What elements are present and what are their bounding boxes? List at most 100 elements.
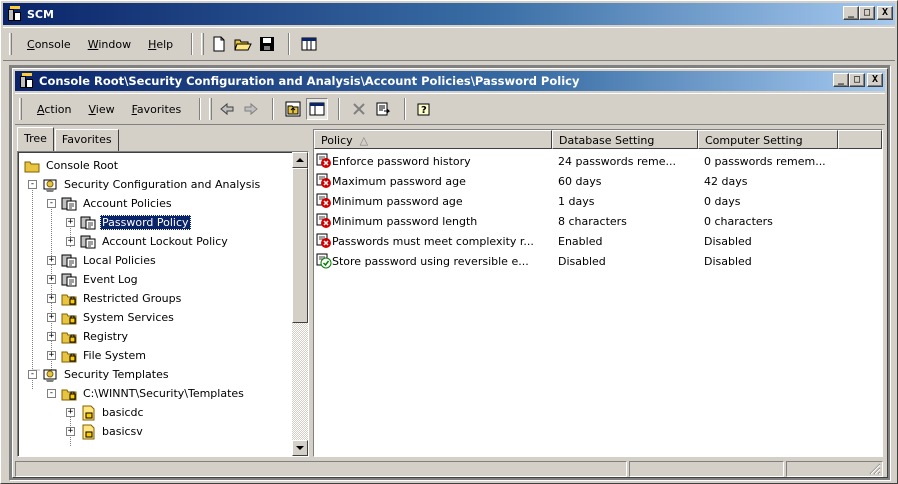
collapse-icon[interactable]: - [28,370,37,379]
tree-node[interactable]: + Event Log [47,270,140,289]
show-hide-tree-icon[interactable] [306,98,329,120]
menu-favorites[interactable]: Favorites [125,101,189,118]
expand-icon[interactable]: + [47,332,56,341]
expand-icon[interactable]: + [47,351,56,360]
delete-icon[interactable] [348,98,370,120]
child-toolbar-grip[interactable] [209,98,213,120]
tree-node-label[interactable]: Security Templates [62,367,171,382]
tree-node[interactable]: + Registry [47,327,130,346]
column-header-computer-setting[interactable]: Computer Setting [698,130,838,149]
tree-node[interactable]: + basicdc [66,403,146,422]
tree-node-label[interactable]: Event Log [81,272,140,287]
list-row[interactable]: Maximum password age 60 days 42 days [314,171,838,191]
tree-node-label[interactable]: Account Lockout Policy [100,234,230,249]
expand-icon[interactable]: + [47,294,56,303]
result-list[interactable]: Policy △ Database Setting Computer Setti… [313,129,883,457]
tree-node[interactable]: + Password Policy [66,213,191,232]
child-menu-grip[interactable] [19,98,22,120]
forward-arrow-icon[interactable] [240,98,262,120]
tree-node-label[interactable]: Registry [81,329,130,344]
child-toolbar-separator [199,98,202,120]
toolbar-grip[interactable] [201,33,205,55]
column-header-database-setting[interactable]: Database Setting [552,130,698,149]
tree-node-label[interactable]: Password Policy [100,215,191,230]
expand-icon[interactable]: + [66,237,75,246]
tree-node-label[interactable]: Account Policies [81,196,174,211]
expand-icon[interactable]: + [47,313,56,322]
list-row[interactable]: Store password using reversible e... Disa… [314,251,838,271]
tab-tree[interactable]: Tree [17,127,54,151]
menu-window[interactable]: Window [81,36,138,53]
up-folder-icon[interactable] [282,98,304,120]
list-row[interactable]: Minimum password age 1 days 0 days [314,191,838,211]
list-header: Policy △ Database Setting Computer Setti… [314,130,882,149]
policy-match-icon [316,253,332,269]
tree-node-label[interactable]: Security Configuration and Analysis [62,177,262,192]
back-arrow-icon[interactable] [216,98,238,120]
tree-node-label[interactable]: basicsv [100,424,145,439]
child-titlebar[interactable]: Console Root\Security Configuration and … [15,71,885,91]
scope-tree[interactable]: Console Root - Security Configuration and … [17,151,309,457]
tree-node-label[interactable]: File System [81,348,148,363]
menu-action[interactable]: Action [30,101,78,118]
tree-node[interactable]: Console Root [24,156,120,175]
close-button[interactable]: X [877,6,893,20]
status-pane-2 [628,461,784,477]
export-list-icon[interactable] [372,98,394,120]
scroll-down-button[interactable] [292,440,308,456]
policy-mismatch-icon [316,213,332,229]
resize-grip[interactable] [869,463,881,475]
help-icon[interactable]: ? [414,98,436,120]
mdi-client-area: Console Root\Security Configuration and … [9,65,891,481]
collapse-icon[interactable]: - [47,199,56,208]
tree-node-label[interactable]: C:\WINNT\Security\Templates [81,386,246,401]
list-row[interactable]: Passwords must meet complexity r... Enabl… [314,231,838,251]
tree-node[interactable]: - Account Policies [47,194,174,213]
child-minimize-button[interactable]: _ [833,73,849,87]
open-folder-icon[interactable] [232,33,254,55]
expand-icon[interactable]: + [66,427,75,436]
tree-node[interactable]: - Security Configuration and Analysis [28,175,262,194]
tree-node[interactable]: + basicsv [66,422,145,441]
computer-setting: Disabled [704,254,752,268]
tree-node[interactable]: + Local Policies [47,251,158,270]
save-icon[interactable] [256,33,278,55]
new-icon[interactable] [208,33,230,55]
new-window-icon[interactable] [298,33,320,55]
maximize-button[interactable]: □ [859,6,875,20]
menu-console[interactable]: Console [20,36,78,53]
tree-node[interactable]: + Account Lockout Policy [66,232,230,251]
tree-node-label[interactable]: System Services [81,310,176,325]
menu-help[interactable]: Help [141,36,180,53]
tree-node[interactable]: - C:\WINNT\Security\Templates [47,384,246,403]
tree-node-label[interactable]: Restricted Groups [81,291,183,306]
tree-node-label[interactable]: basicdc [100,405,146,420]
expand-icon[interactable]: + [47,256,56,265]
database-setting: Disabled [558,254,606,268]
tree-node-label[interactable]: Console Root [44,158,120,173]
expand-icon[interactable]: + [66,408,75,417]
tree-vertical-scrollbar[interactable] [292,152,308,456]
child-close-button[interactable]: X [867,73,883,87]
menubar-grip[interactable] [9,33,12,55]
collapse-icon[interactable]: - [28,180,37,189]
list-row[interactable]: Minimum password length 8 characters 0 cha… [314,211,838,231]
menu-view[interactable]: View [81,101,121,118]
tree-node-label[interactable]: Local Policies [81,253,158,268]
expand-icon[interactable]: + [66,218,75,227]
column-header-policy[interactable]: Policy △ [314,130,552,149]
scroll-thumb[interactable] [292,168,308,323]
tree-node[interactable]: + File System [47,346,148,365]
list-row[interactable]: Enforce password history 24 passwords rem… [314,151,838,171]
tab-favorites[interactable]: Favorites [54,129,119,151]
computer-setting: 42 days [704,174,748,188]
app-titlebar[interactable]: SCM _ □ X [3,3,895,25]
tree-node[interactable]: + System Services [47,308,176,327]
collapse-icon[interactable]: - [47,389,56,398]
tree-node[interactable]: + Restricted Groups [47,289,183,308]
expand-icon[interactable]: + [47,275,56,284]
tree-node[interactable]: - Security Templates [28,365,171,384]
minimize-button[interactable]: _ [843,6,859,20]
child-maximize-button[interactable]: □ [849,73,865,87]
scroll-up-button[interactable] [292,152,308,168]
